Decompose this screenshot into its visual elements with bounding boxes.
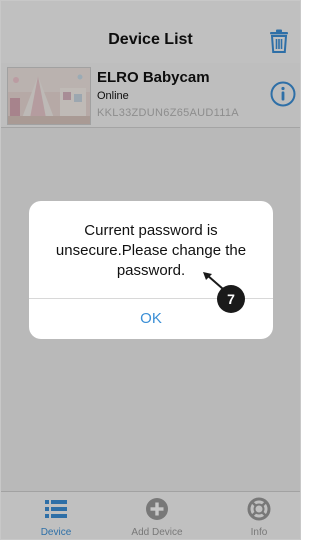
app-screen: Device List ELRO Babycam Online KKL33ZDU… bbox=[0, 0, 301, 540]
step-badge: 7 bbox=[217, 285, 245, 313]
modal-backdrop-bottom bbox=[1, 491, 300, 539]
modal-backdrop-top bbox=[1, 1, 300, 63]
password-warning-dialog: Current password is unsecure.Please chan… bbox=[29, 201, 273, 339]
